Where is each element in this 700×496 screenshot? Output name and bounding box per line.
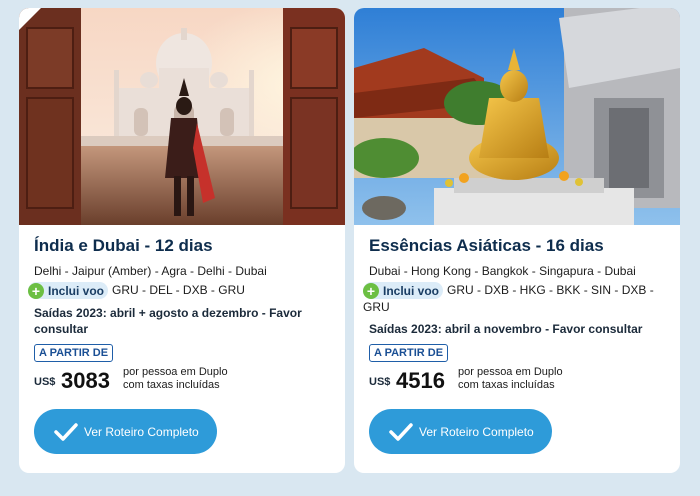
flight-info: + Inclui voo GRU - DXB - HKG - BKK - SIN… xyxy=(363,282,673,315)
plus-icon: + xyxy=(28,282,44,299)
includes-flight-badge: + Inclui voo xyxy=(363,282,444,299)
package-title: Essências Asiáticas - 16 dias xyxy=(369,236,604,255)
price-note-line-1: por pessoa em Duplo xyxy=(123,366,228,378)
from-price-badge: A PARTIR DE xyxy=(369,344,449,362)
view-itinerary-label: Ver Roteiro Completo xyxy=(84,424,199,439)
plus-icon: + xyxy=(363,282,379,299)
price-note-line-1: por pessoa em Duplo xyxy=(458,366,563,378)
currency-label: US$ xyxy=(34,376,56,388)
view-itinerary-button[interactable]: Ver Roteiro Completo xyxy=(34,409,217,454)
currency-label: US$ xyxy=(369,376,391,388)
view-itinerary-label: Ver Roteiro Completo xyxy=(419,424,534,439)
price-amount: 3083 xyxy=(61,368,110,393)
check-icon xyxy=(389,422,413,441)
price-note: por pessoa em Duplo com taxas incluídas xyxy=(458,366,563,392)
buddha-temple-photo[interactable] xyxy=(354,8,680,225)
flight-info: + Inclui voo GRU - DEL - DXB - GRU xyxy=(28,282,338,299)
package-card-india-dubai[interactable]: Índia e Dubai - 12 dias Delhi - Jaipur (… xyxy=(19,8,345,473)
departure-dates: Saídas 2023: abril a novembro - Favor co… xyxy=(369,322,643,336)
package-route: Delhi - Jaipur (Amber) - Agra - Delhi - … xyxy=(34,264,267,278)
taj-mahal-illustration xyxy=(19,8,345,225)
package-title: Índia e Dubai - 12 dias xyxy=(34,236,213,255)
from-price-badge: A PARTIR DE xyxy=(34,344,114,362)
includes-flight-label: Inclui voo xyxy=(383,283,440,298)
buddha-temple-illustration xyxy=(354,8,680,225)
price-note-line-2: com taxas incluídas xyxy=(123,379,220,391)
price-note-line-2: com taxas incluídas xyxy=(458,379,555,391)
includes-flight-label: Inclui voo xyxy=(48,283,105,298)
view-itinerary-button[interactable]: Ver Roteiro Completo xyxy=(369,409,552,454)
includes-flight-badge: + Inclui voo xyxy=(28,282,109,299)
price-amount: 4516 xyxy=(396,368,445,393)
package-card-asian-essences[interactable]: Essências Asiáticas - 16 dias Dubai - Ho… xyxy=(354,8,680,473)
taj-mahal-photo[interactable] xyxy=(19,8,345,225)
price-note: por pessoa em Duplo com taxas incluídas xyxy=(123,366,228,392)
flight-route: GRU - DEL - DXB - GRU xyxy=(112,283,245,297)
departure-dates: Saídas 2023: abril + agosto a dezembro -… xyxy=(34,306,302,336)
package-route: Dubai - Hong Kong - Bangkok - Singapura … xyxy=(369,264,636,278)
check-icon xyxy=(54,422,78,441)
